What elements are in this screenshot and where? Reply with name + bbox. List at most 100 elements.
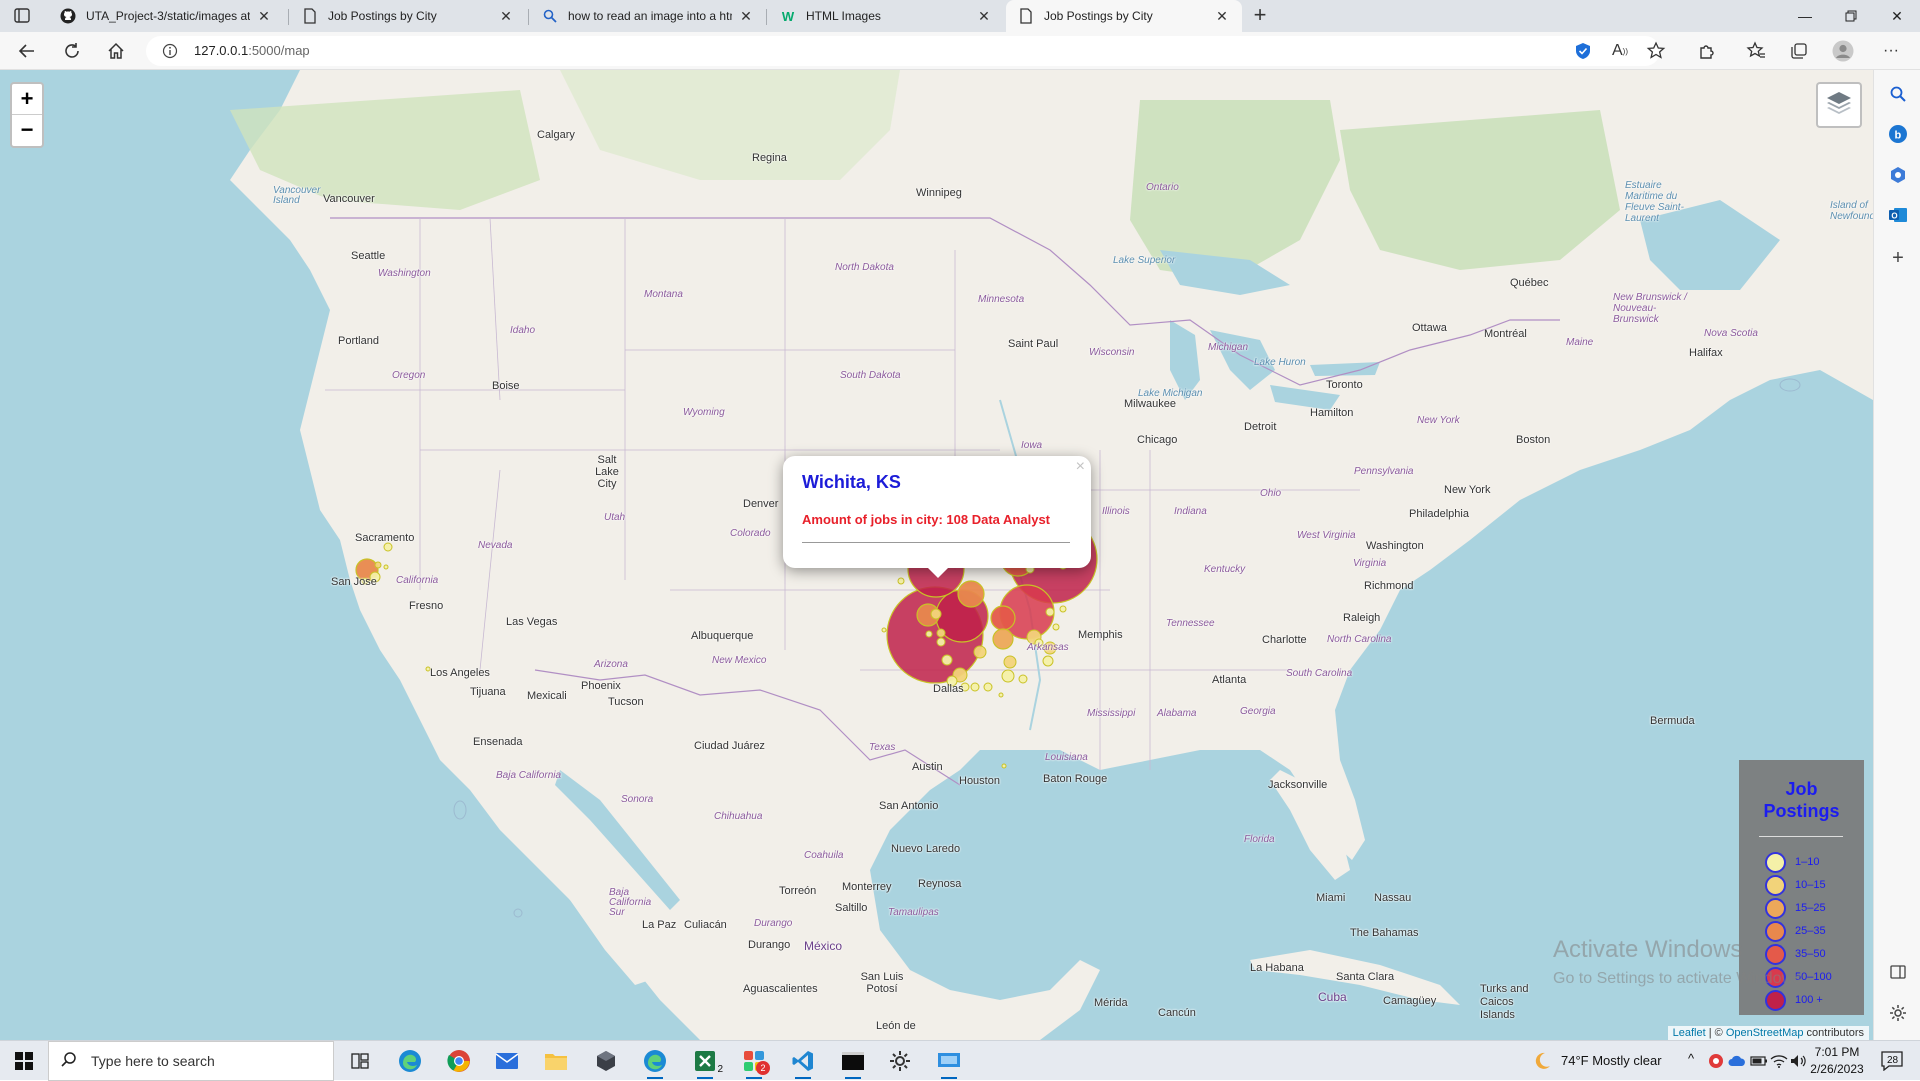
notifications-icon[interactable]: 28 xyxy=(1880,1049,1904,1073)
terminal-icon[interactable] xyxy=(841,1049,865,1079)
job-marker[interactable] xyxy=(897,577,905,585)
job-marker[interactable] xyxy=(1001,763,1007,769)
close-tab-icon[interactable]: ✕ xyxy=(738,8,754,25)
zoom-in-button[interactable]: + xyxy=(12,84,42,115)
tab-actions-menu-icon[interactable] xyxy=(12,6,34,26)
close-tab-icon[interactable]: ✕ xyxy=(1214,8,1230,25)
clock-time[interactable]: 7:01 PM xyxy=(1812,1045,1862,1059)
clock-date[interactable]: 2/26/2023 xyxy=(1808,1062,1866,1076)
job-marker[interactable] xyxy=(881,627,887,633)
tab-search[interactable]: how to read an image into a htm ✕ xyxy=(530,0,766,32)
file-explorer-icon[interactable] xyxy=(544,1049,568,1073)
site-info-icon[interactable] xyxy=(162,43,178,59)
minimize-button[interactable]: — xyxy=(1782,0,1828,32)
home-icon[interactable] xyxy=(105,40,127,62)
windows-start-icon[interactable] xyxy=(12,1049,36,1073)
weather-icon[interactable] xyxy=(1530,1049,1554,1073)
show-hidden-icons-chevron[interactable]: ^ xyxy=(1688,1051,1694,1066)
task-view-icon[interactable] xyxy=(348,1049,372,1073)
openstreetmap-link[interactable]: OpenStreetMap xyxy=(1726,1027,1804,1039)
chrome-icon[interactable] xyxy=(447,1049,471,1073)
restore-button[interactable] xyxy=(1828,0,1874,32)
tab-html-images[interactable]: W HTML Images ✕ xyxy=(768,0,1004,32)
close-window-button[interactable]: ✕ xyxy=(1874,0,1920,32)
mail-icon[interactable] xyxy=(495,1049,519,1073)
state-label: Chihuahua xyxy=(714,811,763,822)
outlook-icon[interactable]: O xyxy=(1888,205,1908,225)
settings-more-icon[interactable]: ··· xyxy=(1880,40,1902,62)
job-marker[interactable] xyxy=(383,542,393,552)
city-label: Halifax xyxy=(1689,347,1723,359)
job-marker[interactable] xyxy=(941,654,953,666)
job-marker[interactable] xyxy=(983,682,993,692)
tab-job-postings[interactable]: Job Postings by City ✕ xyxy=(290,0,526,32)
new-tab-button[interactable]: + xyxy=(1248,4,1272,28)
gear-icon[interactable] xyxy=(1888,1003,1908,1023)
extensions-icon[interactable] xyxy=(1696,40,1718,62)
read-aloud-icon[interactable]: A)) xyxy=(1609,40,1631,62)
svg-text:b: b xyxy=(1895,130,1902,142)
zoom-out-button[interactable]: − xyxy=(12,115,42,146)
leaflet-link[interactable]: Leaflet xyxy=(1673,1027,1706,1039)
tab-github[interactable]: UTA_Project-3/static/images at m ✕ xyxy=(48,0,284,32)
multi-app-icon[interactable]: 2 xyxy=(742,1049,770,1079)
close-tab-icon[interactable]: ✕ xyxy=(976,8,992,25)
add-sidebar-app-icon[interactable]: + xyxy=(1888,247,1908,269)
job-marker[interactable] xyxy=(1042,655,1054,667)
security-icon[interactable] xyxy=(1707,1052,1725,1070)
layers-control-button[interactable] xyxy=(1816,82,1862,128)
job-marker[interactable] xyxy=(1001,669,1015,683)
taskbar-search-box[interactable]: Type here to search xyxy=(48,1041,334,1081)
battery-icon[interactable] xyxy=(1750,1052,1768,1070)
city-label: Chicago xyxy=(1137,434,1178,446)
layers-icon xyxy=(1825,90,1853,121)
job-marker[interactable] xyxy=(936,637,946,647)
edge-icon[interactable] xyxy=(398,1049,422,1073)
job-marker[interactable] xyxy=(1003,655,1017,669)
job-marker[interactable] xyxy=(1018,674,1028,684)
collections-icon[interactable] xyxy=(1788,40,1810,62)
city-label: Ottawa xyxy=(1412,322,1447,334)
excel-icon[interactable]: 2 xyxy=(693,1049,723,1079)
hide-sidebar-icon[interactable] xyxy=(1888,962,1908,982)
popup-close-button[interactable]: × xyxy=(1076,458,1085,476)
job-marker[interactable] xyxy=(936,628,946,638)
add-favorite-icon[interactable] xyxy=(1645,40,1667,62)
job-marker[interactable] xyxy=(1059,605,1067,613)
tracking-prevention-icon[interactable] xyxy=(1572,40,1594,62)
job-marker[interactable] xyxy=(1045,607,1055,617)
leaflet-map[interactable]: Calgary Regina Winnipeg Ontario Vancouve… xyxy=(0,70,1873,1040)
profile-avatar-icon[interactable] xyxy=(1832,40,1854,62)
job-marker[interactable] xyxy=(990,605,1016,631)
back-arrow-icon[interactable] xyxy=(16,40,38,62)
app-cube-icon[interactable] xyxy=(594,1049,618,1073)
job-marker[interactable] xyxy=(992,628,1014,650)
tab-job-postings-active[interactable]: Job Postings by City ✕ xyxy=(1006,0,1242,32)
refresh-icon[interactable] xyxy=(61,40,83,62)
cloud-icon[interactable] xyxy=(1728,1052,1746,1070)
job-marker[interactable] xyxy=(973,645,987,659)
remote-desktop-icon[interactable] xyxy=(937,1049,961,1079)
job-marker[interactable] xyxy=(930,608,942,620)
favorites-icon[interactable] xyxy=(1745,40,1767,62)
bing-chat-icon[interactable]: b xyxy=(1888,124,1908,144)
job-marker[interactable] xyxy=(925,630,933,638)
close-tab-icon[interactable]: ✕ xyxy=(498,8,514,25)
search-icon[interactable] xyxy=(1888,84,1908,104)
job-marker[interactable] xyxy=(970,682,980,692)
vscode-icon[interactable] xyxy=(791,1049,815,1079)
volume-icon[interactable] xyxy=(1790,1052,1808,1070)
edge-running-icon[interactable] xyxy=(643,1049,667,1079)
job-marker[interactable] xyxy=(998,692,1004,698)
address-bar[interactable]: 127.0.0.1:5000/map xyxy=(146,36,1660,66)
job-marker[interactable] xyxy=(957,580,985,608)
search-icon xyxy=(542,8,558,24)
wifi-icon[interactable] xyxy=(1770,1052,1788,1070)
office-icon[interactable] xyxy=(1888,165,1908,185)
job-marker[interactable] xyxy=(374,561,382,569)
weather-text[interactable]: 74°F Mostly clear xyxy=(1561,1053,1662,1068)
settings-gear-icon[interactable] xyxy=(888,1049,912,1073)
close-tab-icon[interactable]: ✕ xyxy=(256,8,272,25)
job-marker[interactable] xyxy=(1052,623,1060,631)
job-marker[interactable] xyxy=(383,564,389,570)
